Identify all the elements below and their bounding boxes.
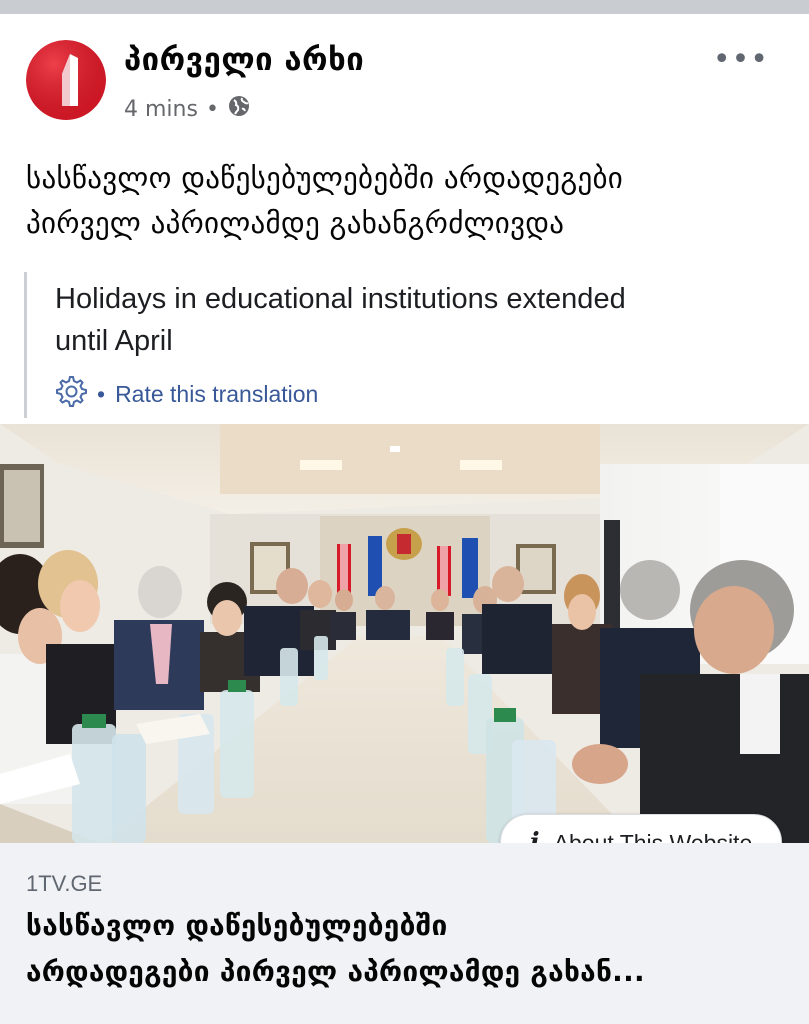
link-info[interactable]: 1TV.GE სასწავლო დაწესებულებებში არდადეგე…: [0, 843, 809, 1024]
translated-line: Holidays in educational institutions ext…: [55, 283, 626, 315]
more-options-icon[interactable]: •••: [713, 42, 769, 77]
globe-icon: [227, 94, 251, 124]
link-domain: 1TV.GE: [26, 871, 103, 896]
post-text-line: პირველ აპრილამდე გახანგრძლივდა: [26, 206, 565, 240]
translation-block: Holidays in educational institutions ext…: [24, 272, 787, 418]
link-title: სასწავლო დაწესებულებებში არდადეგები პირვ…: [26, 903, 786, 995]
translated-text: Holidays in educational institutions ext…: [55, 278, 755, 362]
top-divider: [0, 0, 809, 14]
page-name[interactable]: პირველი არხი: [124, 42, 364, 78]
rate-separator: •: [97, 380, 106, 407]
post-text: სასწავლო დაწესებულებებში არდადეგები პირვ…: [26, 156, 786, 246]
page-avatar[interactable]: [26, 40, 106, 120]
meta-separator: •: [205, 96, 219, 122]
rate-translation-link[interactable]: Rate this translation: [115, 381, 318, 408]
translated-line: until April: [55, 325, 173, 357]
link-title-line: სასწავლო დაწესებულებებში: [26, 909, 448, 942]
link-preview-image[interactable]: [0, 424, 809, 843]
rate-translation-row: • Rate this translation: [53, 374, 318, 414]
post-time[interactable]: 4 mins: [124, 97, 198, 122]
gear-icon[interactable]: [53, 374, 87, 414]
link-title-line: არდადეგები პირველ აპრილამდე გახან...: [26, 955, 645, 988]
post-text-line: სასწავლო დაწესებულებებში არდადეგები: [26, 161, 624, 195]
post-meta: 4 mins •: [124, 94, 251, 124]
